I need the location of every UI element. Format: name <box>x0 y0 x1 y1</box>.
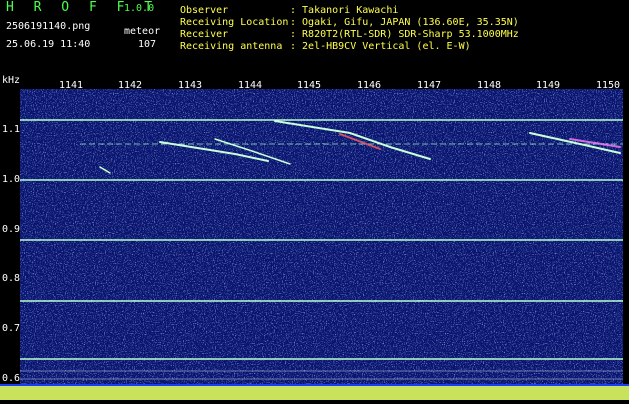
event-count: 107 <box>138 39 157 50</box>
spectrogram <box>20 89 623 384</box>
y-axis-unit: kHz <box>2 75 21 86</box>
y-tick-0.7: 0.7 <box>2 323 21 334</box>
y-tick-0.9: 0.9 <box>2 224 21 235</box>
y-tick-1.1: 1.1 <box>2 124 21 135</box>
filename: 2506191140.png <box>6 21 91 32</box>
info-value-location: : Ogaki, Gifu, JAPAN (136.60E, 35.35N) <box>290 17 519 28</box>
info-value-observer: : Takanori Kawachi <box>290 5 399 16</box>
info-label-observer: Observer <box>180 5 229 16</box>
info-label-receiver: Receiver <box>180 29 229 40</box>
timestamp: 25.06.19 11:40 <box>6 39 91 50</box>
spectrogram-svg <box>20 89 623 384</box>
y-tick-0.8: 0.8 <box>2 273 21 284</box>
y-tick-1.0: 1.0 <box>2 174 21 185</box>
app-version: 1.0.0 <box>124 3 155 14</box>
power-bar-fill <box>0 386 629 400</box>
info-value-antenna: : 2el-HB9CV Vertical (el. E-W) <box>290 41 471 52</box>
info-label-antenna: Receiving antenna <box>180 41 283 52</box>
power-bar <box>0 384 629 400</box>
info-label-location: Receiving Location <box>180 17 289 28</box>
info-value-receiver: : R820T2(RTL-SDR) SDR-Sharp 53.1000MHz <box>290 29 519 40</box>
classification: meteor <box>124 26 161 37</box>
y-tick-0.6: 0.6 <box>2 373 21 384</box>
power-bar-svg <box>0 384 629 400</box>
